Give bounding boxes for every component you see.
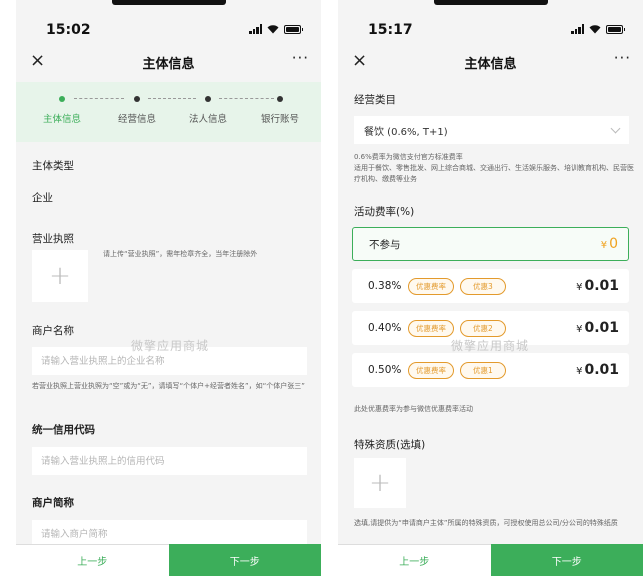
wifi-icon bbox=[589, 25, 601, 34]
more-icon[interactable]: ··· bbox=[614, 49, 631, 67]
status-bar: 15:17 bbox=[338, 0, 643, 44]
business-category-select[interactable]: 餐饮 (0.6%, T+1) bbox=[354, 116, 629, 144]
step-subject-info: 主体信息 bbox=[32, 96, 92, 125]
license-hint: 请上传“营业执照”，需年检章齐全，当年注册除外 bbox=[103, 250, 258, 258]
business-category-label: 经营类目 bbox=[354, 94, 396, 106]
credit-code-label: 统一信用代码 bbox=[32, 424, 95, 436]
step-business-info: 经营信息 bbox=[107, 96, 167, 125]
special-qualification-upload-button[interactable]: + bbox=[354, 458, 406, 508]
watermark-text: 微擎应用商城 bbox=[451, 339, 530, 353]
rate-option-label: 0.38% bbox=[368, 280, 402, 292]
short-name-label: 商户简称 bbox=[32, 497, 74, 509]
signal-icon bbox=[249, 24, 262, 34]
plus-icon: + bbox=[369, 468, 391, 498]
watermark-text: 微擎应用商城 bbox=[131, 339, 210, 353]
merchant-name-hint: 若营业执照上营业执照为“空”或为“无”，请填写“个体户+经营者姓名”，如“个体户… bbox=[32, 382, 305, 390]
next-step-button[interactable]: 下一步 bbox=[168, 544, 321, 576]
subject-type-label: 主体类型 bbox=[32, 160, 74, 172]
rate-option-label: 不参与 bbox=[369, 238, 401, 251]
step-bank-account: 银行账号 bbox=[250, 96, 310, 125]
subject-type-value[interactable]: 企业 bbox=[32, 190, 53, 205]
license-upload-button[interactable]: + bbox=[32, 250, 88, 302]
rate-option-amount: ¥0.01 bbox=[576, 320, 619, 336]
discount-rate-badge: 优惠费率 bbox=[408, 361, 454, 379]
discount-rate-badge: 优惠费率 bbox=[408, 277, 454, 295]
phone-screen-left: 15:02 × 主体信息 ··· 主体信息 经营信息 法人信息 银行账号 主体类… bbox=[16, 0, 321, 576]
battery-icon bbox=[284, 24, 303, 34]
page-title: 主体信息 bbox=[142, 57, 195, 72]
status-bar: 15:02 bbox=[16, 0, 321, 44]
page-title: 主体信息 bbox=[464, 57, 517, 72]
rate-option-label: 0.40% bbox=[368, 322, 402, 334]
phone-screen-right: 15:17 × 主体信息 ··· 经营类目 餐饮 (0.6%, T+1) 0.6… bbox=[338, 0, 643, 576]
plus-icon: + bbox=[49, 261, 71, 291]
footer-actions: 上一步 下一步 bbox=[338, 544, 643, 576]
discount-level-badge: 优惠3 bbox=[460, 277, 506, 295]
credit-code-input[interactable] bbox=[32, 447, 307, 475]
step-legal-person-info: 法人信息 bbox=[178, 96, 238, 125]
wifi-icon bbox=[267, 25, 279, 34]
signal-icon bbox=[571, 24, 584, 34]
activity-rate-label: 活动费率(%) bbox=[354, 206, 415, 218]
prev-step-button[interactable]: 上一步 bbox=[338, 544, 491, 576]
camera-notch bbox=[112, 0, 226, 5]
activity-rate-note: 此处优惠费率为参与微信优惠费率活动 bbox=[354, 405, 473, 413]
rate-option-none[interactable]: 不参与 ¥0 bbox=[352, 227, 629, 261]
rate-option-amount: ¥0.01 bbox=[576, 362, 619, 378]
business-category-hint: 0.6%费率为微信支付官方标准费率 适用于餐饮、零售批发、网上综合商城、交通出行… bbox=[354, 153, 634, 183]
rate-option-050[interactable]: 0.50% 优惠费率 优惠1 ¥0.01 bbox=[352, 353, 629, 387]
discount-level-badge: 优惠1 bbox=[460, 361, 506, 379]
nav-bar: × 主体信息 ··· bbox=[16, 44, 321, 80]
more-icon[interactable]: ··· bbox=[292, 49, 309, 67]
rate-option-label: 0.50% bbox=[368, 364, 402, 376]
status-time: 15:02 bbox=[46, 22, 91, 38]
prev-step-button[interactable]: 上一步 bbox=[16, 544, 169, 576]
next-step-button[interactable]: 下一步 bbox=[490, 544, 643, 576]
rate-option-amount: ¥0.01 bbox=[576, 278, 619, 294]
camera-notch bbox=[434, 0, 548, 5]
discount-level-badge: 优惠2 bbox=[460, 319, 506, 337]
business-license-label: 营业执照 bbox=[32, 233, 74, 245]
rate-option-038[interactable]: 0.38% 优惠费率 优惠3 ¥0.01 bbox=[352, 269, 629, 303]
progress-steps: 主体信息 经营信息 法人信息 银行账号 bbox=[16, 82, 321, 142]
special-qualification-hint: 选填,请提供为“申请商户主体”所属的特殊资质，可授权使用总公司/分公司的特殊纸质 bbox=[354, 519, 618, 527]
rate-option-amount: ¥0 bbox=[600, 236, 618, 252]
nav-bar: × 主体信息 ··· bbox=[338, 44, 643, 80]
special-qualification-label: 特殊资质(选填) bbox=[354, 439, 426, 451]
discount-rate-badge: 优惠费率 bbox=[408, 319, 454, 337]
battery-icon bbox=[606, 24, 625, 34]
chevron-down-icon bbox=[610, 123, 621, 133]
merchant-name-label: 商户名称 bbox=[32, 325, 74, 337]
business-category-value: 餐饮 (0.6%, T+1) bbox=[364, 126, 448, 138]
footer-actions: 上一步 下一步 bbox=[16, 544, 321, 576]
status-time: 15:17 bbox=[368, 22, 413, 38]
